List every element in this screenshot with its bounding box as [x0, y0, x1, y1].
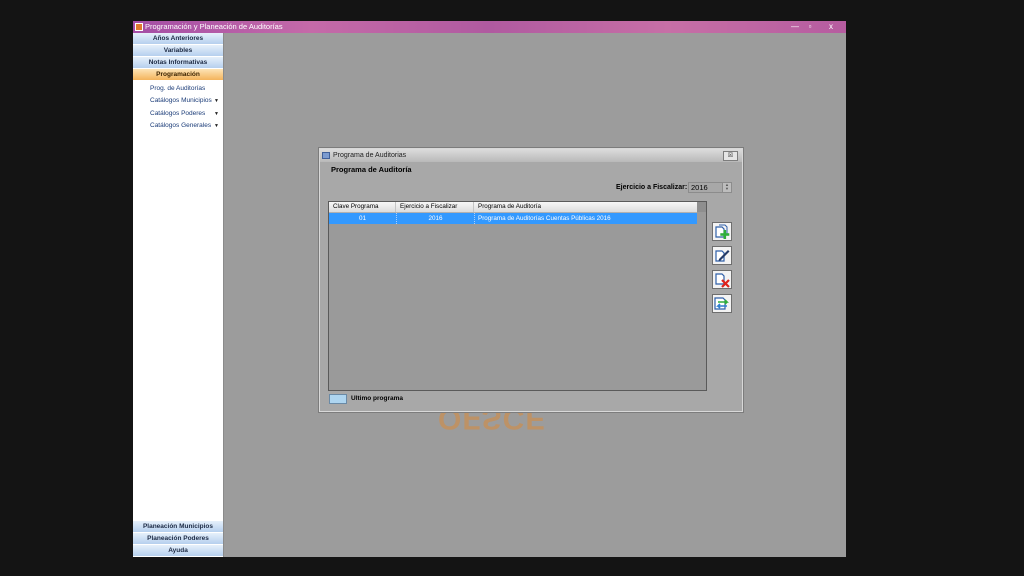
sidebar-item-label: Catálogos Poderes [150, 109, 206, 117]
window-titlebar: Programación y Planeación de Auditorías … [133, 21, 846, 33]
spin-buttons: ▲ ▼ [722, 183, 731, 192]
navigation-sidebar: Años Anteriores Variables Notas Informat… [133, 33, 224, 557]
edit-button[interactable] [712, 246, 732, 265]
ejercicio-value[interactable]: 2016 [691, 183, 708, 193]
dialog-heading: Programa de Auditoría [331, 165, 412, 174]
refresh-button[interactable] [712, 294, 732, 313]
grid-scrollbar[interactable] [697, 202, 706, 212]
sidebar-item-catalogos-generales[interactable]: Catálogos Generales ▼ [133, 120, 223, 132]
dialog-app-icon [322, 152, 330, 159]
legend-swatch [329, 394, 347, 404]
sidebar-item-catalogos-poderes[interactable]: Catálogos Poderes ▼ [133, 108, 223, 120]
cell-clave: 01 [358, 215, 366, 222]
sidebar-item-label: Prog. de Auditorías [150, 85, 206, 92]
sidebar-section-variables[interactable]: Variables [133, 45, 223, 57]
legend-label: Ultimo programa [351, 395, 404, 402]
add-document-icon [715, 224, 730, 239]
spin-down-icon[interactable]: ▼ [723, 187, 731, 191]
table-row[interactable]: 01 2016 Programa de Auditorías Cuentas P… [329, 213, 697, 224]
grid-header: Clave Programa Ejercicio a Fiscalizar Pr… [329, 202, 697, 213]
cell-programa: Programa de Auditorías Cuentas Públicas … [474, 213, 697, 224]
sidebar-section-ayuda[interactable]: Ayuda [133, 545, 223, 557]
sidebar-section-programacion[interactable]: Programación [133, 69, 223, 81]
ejercicio-label: Ejercicio a Fiscalizar: [616, 184, 688, 191]
window-title: Programación y Planeación de Auditorías [145, 22, 283, 31]
sidebar-section-notas-informativas[interactable]: Notas Informativas [133, 57, 223, 69]
edit-document-icon [715, 250, 730, 262]
delete-button[interactable] [712, 270, 732, 289]
restore-button[interactable]: ▫ [804, 22, 816, 31]
dialog-title: Programa de Auditorias [333, 152, 407, 159]
main-window: Programación y Planeación de Auditorías … [133, 21, 846, 557]
ejercicio-stepper[interactable]: 2016 ▲ ▼ [688, 182, 732, 193]
minimize-button[interactable]: — [789, 22, 801, 31]
dropdown-arrow-icon: ▼ [214, 110, 219, 117]
sidebar-item-prog-auditorias[interactable]: Prog. de Auditorías [133, 83, 223, 95]
column-header-ejercicio[interactable]: Ejercicio a Fiscalizar [396, 202, 474, 212]
dropdown-arrow-icon: ▼ [214, 98, 219, 105]
dialog-close-button[interactable]: ☒ [723, 151, 738, 161]
sidebar-item-catalogos-municipios[interactable]: Catálogos Municipios ▼ [133, 95, 223, 107]
sidebar-section-anos-anteriores[interactable]: Años Anteriores [133, 33, 223, 45]
dropdown-arrow-icon: ▼ [214, 122, 219, 129]
sidebar-section-planeacion-municipios[interactable]: Planeación Municipios [133, 521, 223, 533]
column-header-clave[interactable]: Clave Programa [329, 202, 396, 212]
cell-ejercicio: 2016 [396, 213, 474, 224]
column-header-programa[interactable]: Programa de Auditoría [474, 202, 697, 212]
sidebar-section-planeacion-poderes[interactable]: Planeación Poderes [133, 533, 223, 545]
sidebar-item-label: Catálogos Municipios [150, 97, 212, 105]
close-button[interactable]: x [825, 22, 837, 31]
delete-document-icon [715, 273, 730, 288]
app-icon [135, 23, 143, 31]
sidebar-bottom-sections: Planeación Municipios Planeación Poderes… [133, 521, 223, 557]
sidebar-item-label: Catálogos Generales [150, 121, 212, 129]
programs-grid[interactable]: Clave Programa Ejercicio a Fiscalizar Pr… [328, 201, 707, 391]
add-button[interactable] [712, 222, 732, 241]
programa-auditorias-dialog: Programa de Auditorias ☒ Programa de Aud… [319, 148, 743, 412]
refresh-document-icon [714, 297, 729, 310]
dialog-titlebar: Programa de Auditorias ☒ [320, 149, 742, 162]
